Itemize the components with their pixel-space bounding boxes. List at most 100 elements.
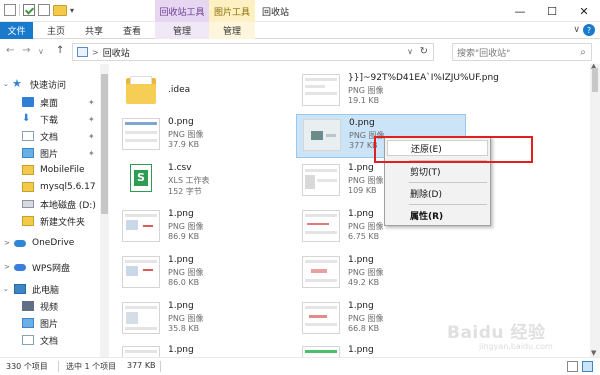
- image-thumbnail-icon: [122, 256, 160, 288]
- breadcrumb-recycle-bin[interactable]: 回收站: [103, 46, 130, 59]
- minimize-button[interactable]: —: [504, 0, 536, 22]
- menu-item-properties[interactable]: 属性(R): [387, 207, 488, 223]
- help-icon[interactable]: ?: [583, 24, 595, 36]
- sidebar-item-mobilefile[interactable]: MobileFile: [22, 162, 110, 178]
- window-icon[interactable]: [4, 4, 16, 16]
- status-bar: 330 个项目 选中 1 个项目 377 KB: [0, 357, 600, 375]
- file-type: PNG 图像: [168, 130, 204, 139]
- folder-icon: [126, 74, 156, 104]
- menu-item-delete[interactable]: 删除(D): [387, 185, 488, 201]
- tab-view[interactable]: 查看: [116, 22, 148, 39]
- file-name: 1.png: [348, 301, 374, 311]
- file-size: 152 字节: [168, 187, 202, 196]
- sidebar-item-mysql[interactable]: mysql5.6.17: [22, 179, 110, 195]
- close-button[interactable]: ✕: [568, 0, 600, 22]
- document-icon: [22, 335, 34, 345]
- folder-icon: [22, 165, 34, 175]
- file-size: 86.0 KB: [168, 278, 200, 287]
- customize-toolbar-arrow-icon[interactable]: ▾: [70, 6, 74, 15]
- tab-file[interactable]: 文件: [0, 22, 33, 39]
- sidebar-item-label: WPS网盘: [32, 263, 71, 274]
- sidebar-item-videos[interactable]: 视频: [22, 298, 110, 314]
- picture-tools-label: 图片工具: [209, 0, 255, 22]
- maximize-button[interactable]: ☐: [536, 0, 568, 22]
- collapse-chevron-icon[interactable]: ⌄: [3, 285, 9, 293]
- back-arrow-icon[interactable]: ←: [6, 45, 14, 56]
- recent-locations-icon[interactable]: ∨: [38, 47, 44, 56]
- sidebar-item-desktop[interactable]: 桌面: [22, 94, 110, 110]
- list-item[interactable]: S 1.csv XLS 工作表 152 字节: [116, 160, 286, 204]
- search-icon[interactable]: ⌕: [575, 47, 591, 58]
- new-item-icon[interactable]: [38, 4, 50, 16]
- sidebar-item-documents[interactable]: 文档: [22, 128, 110, 144]
- list-item[interactable]: 1.png PNG 图像 86.0 KB: [116, 252, 286, 296]
- sidebar-item-onedrive[interactable]: > OneDrive: [4, 235, 104, 251]
- list-item[interactable]: 0.png PNG 图像 37.9 KB: [116, 114, 286, 158]
- menu-item-cut[interactable]: 剪切(T): [387, 163, 488, 179]
- tab-manage-recycle-bin[interactable]: 管理: [155, 22, 209, 39]
- file-size: 19.1 KB: [348, 96, 380, 105]
- list-item[interactable]: }}]~92T%D41EA`I%IZJU%UF.png PNG 图像 19.1 …: [296, 70, 499, 114]
- search-box[interactable]: 搜索"回收站" ⌕: [452, 43, 592, 61]
- properties-icon[interactable]: [23, 4, 35, 16]
- sidebar-item-local-disk-d[interactable]: 本地磁盘 (D:): [22, 196, 110, 212]
- sidebar-item-label: 文档: [40, 132, 59, 143]
- list-item[interactable]: 1.png PNG 图像 86.9 KB: [116, 206, 286, 250]
- up-arrow-icon[interactable]: ↑: [56, 45, 64, 56]
- expand-ribbon-icon[interactable]: ∨: [573, 25, 580, 35]
- video-icon: [22, 301, 34, 311]
- collapse-chevron-icon[interactable]: ⌄: [3, 80, 9, 88]
- tiles-view-icon[interactable]: [582, 361, 593, 372]
- file-type: PNG 图像: [348, 86, 384, 95]
- sidebar-item-label: 图片: [40, 319, 59, 330]
- refresh-icon[interactable]: ↻: [420, 46, 428, 57]
- breadcrumb-separator-icon[interactable]: >: [92, 48, 99, 57]
- image-thumbnail-icon: [302, 256, 340, 288]
- sidebar-item-new-folder[interactable]: 新建文件夹: [22, 213, 110, 229]
- file-size: 49.2 KB: [348, 278, 380, 287]
- expand-chevron-icon[interactable]: >: [4, 239, 10, 247]
- details-view-icon[interactable]: [567, 361, 578, 372]
- recycle-bin-tools-label: 回收站工具: [155, 0, 209, 22]
- content-scrollbar-thumb[interactable]: [592, 68, 598, 92]
- status-divider: [58, 361, 59, 372]
- sidebar-item-this-pc[interactable]: ⌄ 此电脑: [3, 281, 104, 297]
- sidebar-item-pc-documents[interactable]: 文档: [22, 332, 110, 348]
- list-item[interactable]: 1.png PNG 图像 35.8 KB: [116, 298, 286, 342]
- folder-icon: [22, 216, 34, 226]
- list-item[interactable]: 1.png: [296, 342, 466, 357]
- file-name: 0.png: [349, 118, 375, 128]
- sidebar-item-wps-drive[interactable]: > WPS网盘: [4, 259, 104, 275]
- address-bar[interactable]: > 回收站 ∨ ↻: [72, 43, 434, 61]
- forward-arrow-icon[interactable]: →: [22, 45, 30, 56]
- menu-divider: [409, 182, 487, 183]
- new-folder-icon[interactable]: [53, 4, 67, 16]
- content-scrollbar[interactable]: ▲ ▼: [590, 62, 600, 357]
- address-dropdown-icon[interactable]: ∨: [407, 47, 413, 56]
- menu-divider: [409, 204, 487, 205]
- list-item[interactable]: 1.png PNG 图像 49.2 KB: [296, 252, 466, 296]
- window-title: 回收站: [262, 8, 290, 18]
- sidebar-item-pictures[interactable]: 图片: [22, 145, 110, 161]
- sidebar-item-quick-access[interactable]: ⌄ ★ 快速访问: [3, 76, 104, 92]
- sidebar-item-downloads[interactable]: ⬇ 下载: [22, 111, 110, 127]
- expand-chevron-icon[interactable]: >: [4, 263, 10, 271]
- file-size: 37.9 KB: [168, 140, 200, 149]
- list-item[interactable]: 1.png: [116, 342, 286, 357]
- search-input[interactable]: 搜索"回收站": [457, 46, 575, 59]
- sidebar-scrollbar[interactable]: [100, 64, 109, 357]
- tab-share[interactable]: 共享: [78, 22, 110, 39]
- tab-home[interactable]: 主页: [40, 22, 72, 39]
- sidebar-item-label: 文档: [40, 336, 59, 347]
- list-item[interactable]: 1.png PNG 图像 66.8 KB: [296, 298, 466, 342]
- image-thumbnail-icon: [122, 210, 160, 242]
- sidebar-item-pc-pictures[interactable]: 图片: [22, 315, 110, 331]
- sidebar-scrollbar-thumb[interactable]: [101, 74, 108, 214]
- picture-icon: [22, 148, 34, 158]
- image-thumbnail-icon: [122, 302, 160, 334]
- sidebar-item-label: MobileFile: [40, 165, 85, 175]
- tab-manage-picture[interactable]: 管理: [209, 22, 255, 39]
- list-item[interactable]: .idea: [116, 70, 286, 114]
- file-name: 1.png: [348, 255, 374, 265]
- spreadsheet-icon: S: [130, 164, 152, 192]
